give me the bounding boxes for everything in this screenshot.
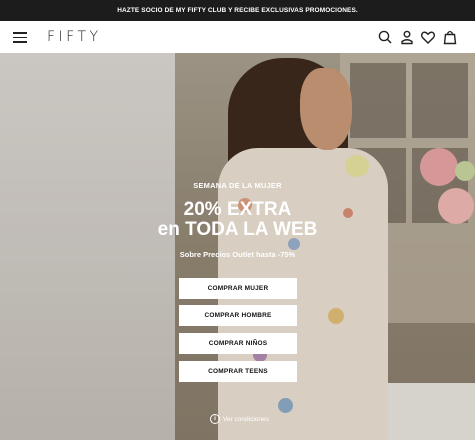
logo[interactable]: FIFTY xyxy=(47,29,102,45)
hero-title-line-2: en TODA LA WEB xyxy=(157,219,318,240)
shop-women-button[interactable]: COMPRAR MUJER xyxy=(179,278,297,299)
hero-subtitle: Sobre Precios Outlet hasta -75% xyxy=(179,250,296,259)
info-icon: i xyxy=(210,414,220,424)
promo-text[interactable]: HAZTE SOCIO DE MY FIFTY CLUB Y RECIBE EX… xyxy=(117,7,358,14)
bag-icon[interactable] xyxy=(442,29,458,45)
user-icon[interactable] xyxy=(399,29,415,45)
site-header: FIFTY xyxy=(0,21,475,53)
hero-banner: SEMANA DE LA MUJER 20% EXTRA en TODA LA … xyxy=(0,53,475,440)
menu-icon[interactable] xyxy=(13,32,27,43)
heart-icon[interactable] xyxy=(420,29,436,45)
hero-eyebrow: SEMANA DE LA MUJER xyxy=(193,181,282,190)
hero-title-line-1: 20% EXTRA xyxy=(183,199,292,220)
shop-kids-button[interactable]: COMPRAR NIÑOS xyxy=(179,333,297,354)
search-icon[interactable] xyxy=(377,29,393,45)
shop-men-button[interactable]: COMPRAR HOMBRE xyxy=(179,305,297,326)
conditions-label[interactable]: Ver condiciones xyxy=(223,416,269,423)
shop-teens-button[interactable]: COMPRAR TEENS xyxy=(179,361,297,382)
promo-bar[interactable]: HAZTE SOCIO DE MY FIFTY CLUB Y RECIBE EX… xyxy=(0,0,475,21)
conditions-link[interactable]: i Ver condiciones xyxy=(210,413,269,425)
